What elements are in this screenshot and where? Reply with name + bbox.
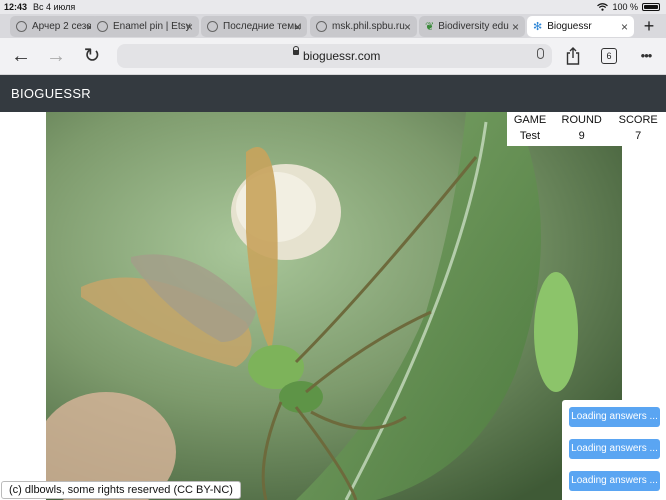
app-navbar: BIOGUESSR <box>0 75 666 112</box>
status-right: 100 % <box>597 2 660 12</box>
score-panel: GAME ROUND SCORE Test 9 7 <box>507 112 666 146</box>
close-icon[interactable]: × <box>186 20 193 34</box>
status-bar: 12:43 Вс 4 июля 100 % <box>0 0 666 14</box>
score-header-row: GAME ROUND SCORE <box>507 112 666 128</box>
battery-percent: 100 % <box>612 2 638 12</box>
game-value: Test <box>519 130 541 142</box>
microphone-icon[interactable] <box>537 48 544 59</box>
tab-bioguessr[interactable]: ✻ Bioguessr × <box>527 16 634 37</box>
score-table: GAME ROUND SCORE Test 9 7 <box>507 112 666 144</box>
browser-tab-strip: Арчер 2 сезон × Enamel pin | Etsy × Посл… <box>0 14 666 38</box>
battery-icon <box>642 3 660 11</box>
reload-button[interactable]: ↻ <box>80 44 104 68</box>
back-button[interactable]: ← <box>9 44 33 68</box>
score-value-row: Test 9 7 <box>507 128 666 144</box>
answer-button-3[interactable]: Loading answers ... <box>569 471 660 491</box>
status-date: Вс 4 июля <box>33 2 76 12</box>
share-icon[interactable] <box>566 47 580 65</box>
close-icon[interactable]: × <box>294 20 301 34</box>
tab-biodiversity[interactable]: ❦ Biodiversity edu × <box>419 16 525 37</box>
tab-label: Последние темы <box>223 21 302 32</box>
more-button[interactable]: ••• <box>634 44 658 68</box>
leaf-icon: ❦ <box>425 21 435 33</box>
tab-label: Bioguessr <box>547 21 592 32</box>
tab-label: Biodiversity edu <box>438 21 509 32</box>
globe-icon <box>207 21 218 32</box>
photo-illustration <box>46 112 622 500</box>
tab-msk-phil[interactable]: msk.phil.spbu.ru × <box>310 16 417 37</box>
butterfly-icon: ✻ <box>533 21 543 33</box>
globe-icon <box>97 21 108 32</box>
header-score: SCORE <box>618 114 658 126</box>
photo-credit: (c) dlbowls, some rights reserved (CC BY… <box>1 481 241 499</box>
answer-button-1[interactable]: Loading answers ... <box>569 407 660 427</box>
tab-label: Enamel pin | Etsy <box>113 21 191 32</box>
species-photo <box>46 112 622 500</box>
tab-latest-topics[interactable]: Последние темы × <box>201 16 307 37</box>
wifi-icon <box>597 3 609 11</box>
tab-archer[interactable]: Арчер 2 сезон × <box>10 16 99 37</box>
answer-button-2[interactable]: Loading answers ... <box>569 439 660 459</box>
close-icon[interactable]: × <box>512 20 519 34</box>
tab-label: msk.phil.spbu.ru <box>332 21 405 32</box>
close-icon[interactable]: × <box>404 20 411 34</box>
header-round: ROUND <box>561 114 602 126</box>
status-time: 12:43 <box>4 2 28 12</box>
url-text: bioguessr.com <box>303 49 381 63</box>
address-bar[interactable]: bioguessr.com <box>117 44 552 68</box>
tab-count-button[interactable]: 6 <box>601 48 617 64</box>
browser-toolbar: ← → ↻ bioguessr.com 6 ••• <box>0 38 666 75</box>
globe-icon <box>316 21 327 32</box>
score-value: 7 <box>635 130 642 142</box>
close-icon[interactable]: × <box>621 20 628 34</box>
globe-icon <box>16 21 27 32</box>
lock-icon <box>293 46 299 55</box>
round-value: 9 <box>578 130 585 142</box>
header-game: GAME <box>513 114 547 126</box>
new-tab-button[interactable]: + <box>638 16 660 37</box>
app-brand[interactable]: BIOGUESSR <box>11 86 91 101</box>
tab-enamel-pin[interactable]: Enamel pin | Etsy × <box>91 16 199 37</box>
forward-button[interactable]: → <box>44 44 68 68</box>
answers-panel: Loading answers ... Loading answers ... … <box>562 400 666 500</box>
